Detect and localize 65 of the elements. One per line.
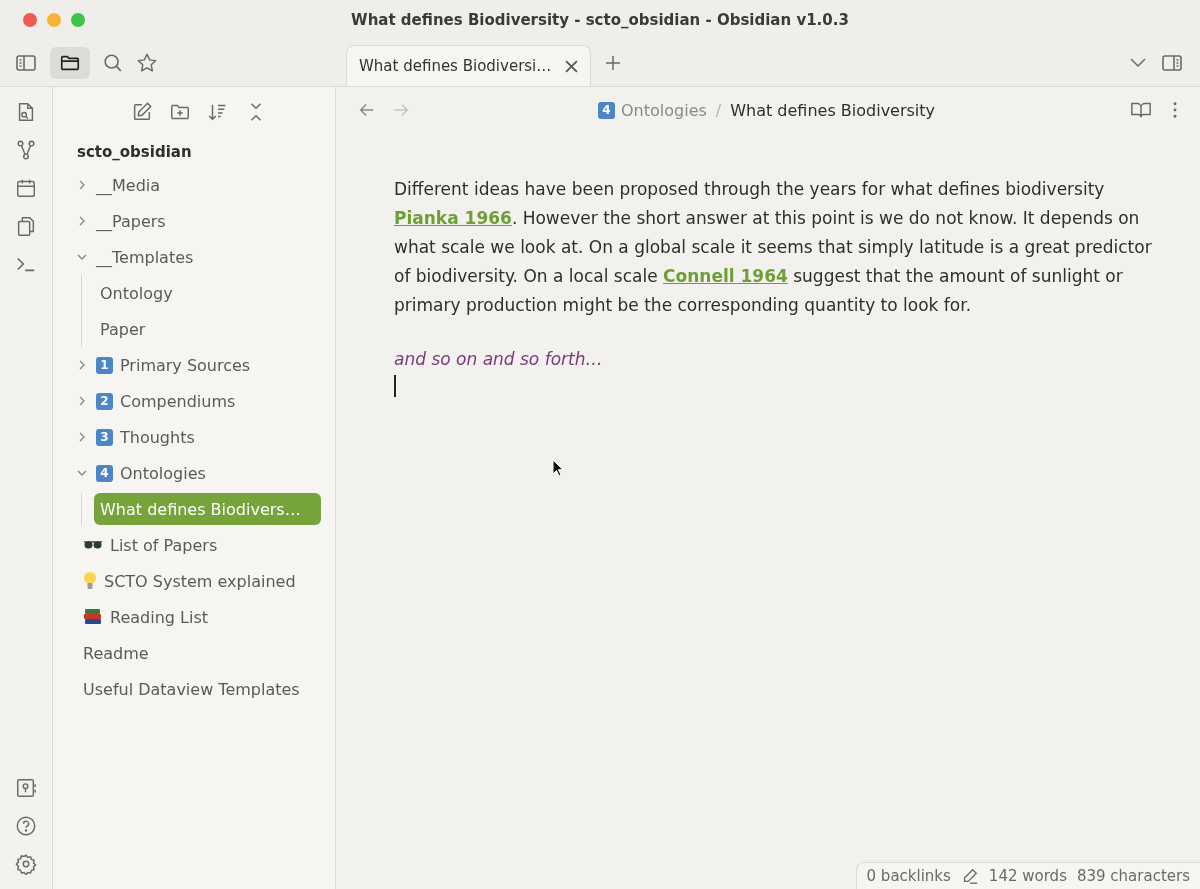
character-count: 839 characters	[1076, 867, 1190, 885]
chevron-right-icon	[77, 432, 87, 442]
file-item[interactable]: SCTO System explained	[77, 563, 321, 599]
calendar-icon[interactable]	[15, 177, 37, 199]
number-badge: 2	[96, 392, 113, 410]
mouse-pointer-icon	[552, 459, 564, 477]
breadcrumb-note-title: What defines Biodiversity	[730, 100, 936, 120]
italic-text: and so on and so forth…	[394, 349, 604, 369]
chevron-right-icon	[77, 360, 87, 370]
back-arrow-icon[interactable]	[358, 101, 376, 119]
chevron-down-icon[interactable]	[1130, 58, 1146, 68]
number-badge: 4	[96, 464, 113, 482]
folder-name: __Media	[96, 175, 161, 195]
number-badge: 3	[96, 428, 113, 446]
help-icon[interactable]	[15, 815, 37, 837]
more-options-icon[interactable]	[1172, 101, 1178, 119]
folder-item[interactable]: 4 Ontologies	[77, 455, 321, 491]
copy-icon[interactable]	[15, 215, 37, 237]
folder-name: __Templates	[96, 247, 194, 267]
window-title: What defines Biodiversity - scto_obsidian - Obsidian v1.0.3	[350, 11, 850, 29]
files-button[interactable]	[50, 47, 90, 79]
file-item[interactable]: Reading List	[77, 599, 321, 635]
chevron-right-icon	[77, 396, 87, 406]
graph-icon[interactable]	[15, 139, 37, 161]
tab-title: What defines Biodiversi…	[359, 57, 552, 75]
folder-name: __Papers	[96, 211, 166, 231]
vault-icon[interactable]	[15, 777, 37, 799]
folder-item[interactable]: 1 Primary Sources	[77, 347, 321, 383]
folder-name: Thoughts	[120, 427, 195, 447]
file-item[interactable]: List of Papers	[77, 527, 321, 563]
file-item[interactable]: Useful Dataview Templates	[77, 671, 321, 707]
folder-item[interactable]: __Papers	[77, 203, 321, 239]
word-count: 142 words	[988, 867, 1067, 885]
backlinks-count[interactable]: 0 backlinks	[866, 867, 951, 885]
settings-icon[interactable]	[15, 853, 37, 875]
folder-name: Ontologies	[120, 463, 206, 483]
books-icon	[83, 608, 103, 626]
chevron-down-icon	[77, 252, 87, 262]
chevron-right-icon	[77, 216, 87, 226]
close-icon[interactable]	[565, 59, 579, 73]
folder-item[interactable]: 3 Thoughts	[77, 419, 321, 455]
text-cursor	[394, 375, 396, 397]
note-paragraph: Different ideas have been proposed through the years for what defines biodiversity Pianka 1966. However the short answer at this point is we do not know. It depends on what scale we look at. On a global scale it seems that simply latitude is a great predictor of biodiversity. On a local scale Connell 1964 suggest that the amount of sunlight or primary production might be the corresponding quantity to look for.	[394, 178, 1153, 317]
chevron-down-icon	[77, 468, 87, 478]
folder-item[interactable]: __Media	[77, 167, 321, 203]
folder-item[interactable]: 2 Compendiums	[77, 383, 321, 419]
number-badge: 1	[96, 356, 113, 374]
new-note-icon[interactable]	[131, 101, 153, 123]
breadcrumb-separator: /	[715, 100, 722, 120]
note-tab[interactable]: What defines Biodiversi…	[346, 45, 592, 86]
light-bulb-icon	[83, 571, 97, 591]
vault-name: scto_obsidian	[77, 142, 193, 163]
plus-icon[interactable]	[605, 55, 622, 71]
folder-item[interactable]: __Templates	[77, 239, 321, 275]
file-item[interactable]: Readme	[77, 635, 321, 671]
chevron-right-icon	[77, 180, 87, 190]
file-item[interactable]: Paper	[94, 311, 321, 347]
folder-name: Compendiums	[120, 391, 236, 411]
folder-name: Primary Sources	[120, 355, 251, 375]
file-item[interactable]: Ontology	[94, 275, 321, 311]
close-window-button[interactable]	[23, 13, 37, 27]
glasses-icon	[83, 540, 103, 550]
search-icon[interactable]	[102, 52, 124, 74]
star-icon[interactable]	[136, 52, 158, 74]
number-badge: 4	[598, 101, 615, 119]
